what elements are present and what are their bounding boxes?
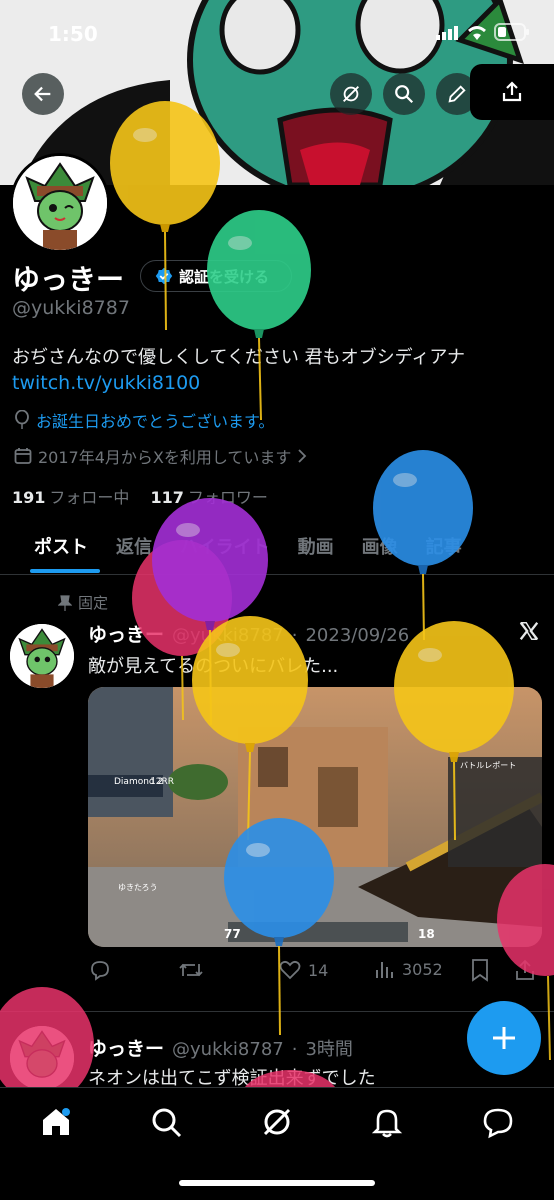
- retweet-button[interactable]: [178, 958, 204, 982]
- arrow-left-icon: [34, 86, 51, 102]
- search-button[interactable]: [383, 73, 425, 115]
- tweet-media-video[interactable]: Diamond 2 12RR ゆきたろう バトルレポート 77 18: [88, 687, 542, 947]
- tweet-text: 敵が見えてるのついにバレた...: [88, 656, 339, 677]
- active-tab-indicator: [30, 569, 100, 573]
- tab-articles[interactable]: 記事: [412, 525, 476, 573]
- video-hp-text: 77: [224, 927, 241, 941]
- compose-button[interactable]: [467, 1001, 541, 1075]
- tweet-author-handle[interactable]: @yukki8787: [172, 1039, 284, 1060]
- get-verified-label: 認証を受ける: [179, 267, 270, 286]
- tabs-divider: [0, 574, 554, 575]
- following-count: 191: [12, 488, 46, 507]
- share-icon: [516, 959, 534, 980]
- like-count: 14: [308, 960, 329, 980]
- back-button[interactable]: [22, 73, 64, 115]
- tweet-avatar[interactable]: [10, 624, 74, 688]
- message-icon[interactable]: [481, 1105, 515, 1139]
- like-button[interactable]: 14: [278, 958, 328, 982]
- avatar[interactable]: [10, 153, 110, 253]
- views-count: 3052: [402, 959, 443, 979]
- battery-icon: [494, 23, 529, 41]
- following-label: フォロー中: [49, 488, 130, 507]
- grok-icon[interactable]: [260, 1105, 294, 1139]
- joined-text: 2017年4月からXを利用しています: [38, 448, 292, 467]
- tweet-avatar[interactable]: [10, 1026, 74, 1090]
- followers-label: フォロワー: [187, 488, 268, 507]
- profile-handle: @yukki8787: [12, 297, 130, 319]
- followers-count: 117: [150, 488, 184, 507]
- follow-stats: 191 フォロー中 117 フォロワー: [12, 484, 268, 508]
- tab-replies[interactable]: 返信: [102, 525, 166, 573]
- views-button[interactable]: 3052: [374, 958, 443, 980]
- avatar-illustration: [13, 156, 107, 250]
- video-ammo-text: 18: [418, 927, 435, 941]
- profile-link[interactable]: twitch.tv/yukki8100: [12, 372, 200, 394]
- profile-tabs: ポスト 返信 ハイライト 動画 画像 記事: [0, 525, 554, 573]
- profile-name: ゆっきー: [12, 263, 125, 296]
- tab-images[interactable]: 画像: [348, 525, 412, 573]
- home-indicator: [179, 1180, 375, 1186]
- birthday-text: お誕生日おめでとうございます。: [36, 412, 275, 431]
- pinned-label-row: 固定: [58, 592, 108, 613]
- tweet-actions: 14 3052: [88, 958, 538, 988]
- reply-button[interactable]: [88, 958, 112, 982]
- balloon-icon: [15, 410, 29, 429]
- video-player-name: ゆきたろう: [118, 883, 158, 892]
- joined-row[interactable]: 2017年4月からXを利用しています: [14, 444, 307, 468]
- avatar-illustration: [10, 624, 74, 688]
- video-report-title: バトルレポート: [460, 761, 517, 770]
- share-button[interactable]: [470, 64, 554, 120]
- bookmark-icon: [472, 959, 488, 982]
- search-icon[interactable]: [149, 1105, 183, 1139]
- status-bar: 1:50: [0, 0, 554, 60]
- tweet-author-name[interactable]: ゆっきー: [88, 620, 164, 647]
- tab-posts[interactable]: ポスト: [0, 525, 102, 573]
- chevron-right-icon: [298, 449, 307, 463]
- wifi-icon: [468, 26, 486, 40]
- tab-videos[interactable]: 動画: [284, 525, 348, 573]
- followers-link[interactable]: 117 フォロワー: [151, 488, 268, 507]
- views-icon: [376, 962, 393, 978]
- bell-icon[interactable]: [370, 1105, 404, 1139]
- x-logo-icon: [519, 622, 539, 640]
- status-time: 1:50: [48, 22, 98, 46]
- calendar-icon: [14, 448, 32, 464]
- balloon-green: [207, 210, 311, 421]
- retweet-icon: [179, 963, 203, 977]
- tweet-header: ゆっきー @yukki8787 · 3時間: [88, 1034, 353, 1061]
- search-icon: [395, 85, 414, 104]
- bookmark-button[interactable]: [470, 958, 490, 982]
- pen-icon: [448, 85, 466, 103]
- tweet-timestamp[interactable]: 3時間: [305, 1035, 352, 1061]
- tweet-timestamp[interactable]: 2023/09/26: [305, 625, 409, 646]
- pinned-text: 固定: [78, 594, 109, 612]
- home-icon[interactable]: [39, 1105, 73, 1139]
- signal-icon: [436, 26, 458, 40]
- profile-bio: おぢさんなので優しくしてください 君もオブシディアナ: [12, 347, 466, 368]
- pin-icon: [58, 594, 72, 611]
- tweet-header: ゆっきー @yukki8787 · 2023/09/26: [88, 620, 409, 647]
- heart-icon: [279, 960, 301, 980]
- tweet-divider: [0, 1011, 554, 1012]
- reply-icon: [91, 961, 109, 981]
- video-frame: [88, 687, 542, 947]
- tweet-separator: ·: [291, 625, 298, 646]
- tweet-author-handle[interactable]: @yukki8787: [172, 625, 284, 646]
- video-rr-text: 12RR: [150, 777, 174, 787]
- tweet-share-button[interactable]: [514, 958, 536, 982]
- verified-badge-icon: [155, 267, 173, 285]
- tweet-separator: ·: [291, 1039, 298, 1060]
- share-icon: [502, 81, 522, 102]
- avatar-illustration: [10, 1026, 74, 1090]
- following-link[interactable]: 191 フォロー中: [12, 488, 129, 507]
- get-verified-button[interactable]: 認証を受ける: [140, 260, 292, 292]
- plus-icon: [493, 1027, 515, 1049]
- grok-icon: [343, 86, 359, 102]
- tweet-author-name[interactable]: ゆっきー: [88, 1034, 164, 1061]
- grok-button[interactable]: [330, 73, 372, 115]
- birthday-row: お誕生日おめでとうございます。: [14, 408, 274, 432]
- tab-highlights[interactable]: ハイライト: [166, 525, 284, 573]
